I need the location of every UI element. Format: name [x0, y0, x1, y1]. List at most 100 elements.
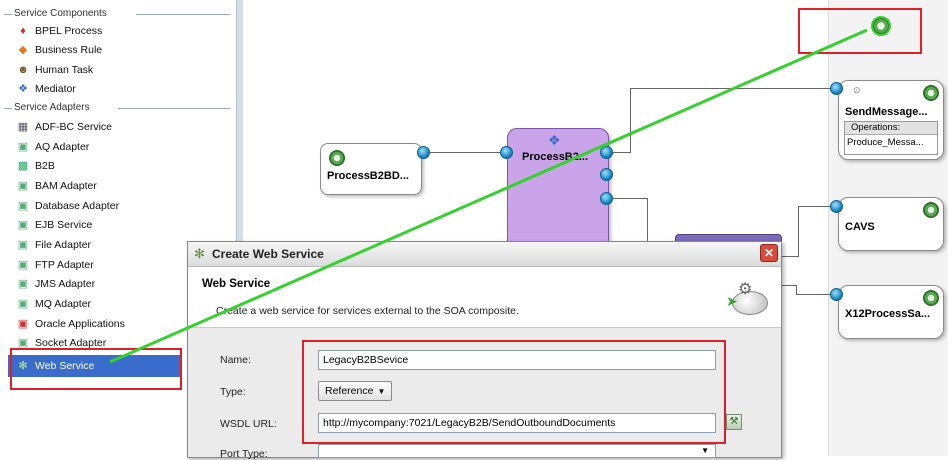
palette-item-label: ADF-BC Service: [35, 121, 113, 133]
web-service-highlight: [10, 348, 182, 390]
file-adapter-icon: ▣: [17, 238, 29, 251]
gear-icon: [923, 85, 939, 101]
palette-item-label: JMS Adapter: [35, 278, 96, 290]
palette-item-mq-adapter[interactable]: ▣ MQ Adapter: [16, 295, 91, 313]
palette-item-label: Mediator: [35, 83, 76, 95]
palette-item-adf-bc-service[interactable]: ▦ ADF-BC Service: [16, 118, 112, 136]
reference-port[interactable]: [600, 168, 613, 181]
wire: [796, 294, 830, 295]
type-label: Type:: [220, 386, 246, 398]
wire: [425, 152, 505, 153]
palette-item-bam-adapter[interactable]: ▣ BAM Adapter: [16, 177, 97, 195]
database-adapter-icon: ▣: [17, 199, 29, 212]
bpel-icon: ♦: [20, 24, 26, 37]
mq-adapter-icon: ▣: [17, 297, 29, 310]
browse-wsdl-button[interactable]: ⚒: [726, 414, 742, 430]
component-label: CAVS: [845, 221, 875, 233]
dialog-header: Web Service Create a web service for ser…: [188, 267, 781, 328]
business-rule-icon: ◆: [18, 43, 28, 56]
component-label: SendMessage...: [845, 106, 928, 118]
palette-item-label: B2B: [35, 160, 55, 172]
ftp-adapter-icon: ▣: [17, 258, 29, 271]
gear-icon: [923, 290, 939, 306]
operations-header: Operations:: [845, 122, 937, 135]
b2b-icon: ▩: [17, 159, 29, 172]
reference-port[interactable]: [830, 288, 843, 301]
palette-item-mediator[interactable]: ❖ Mediator: [16, 80, 76, 98]
name-label: Name:: [220, 354, 251, 366]
palette-item-label: Human Task: [35, 64, 94, 76]
gear-icon: [923, 202, 939, 218]
component-label: ProcessB2...: [522, 151, 589, 163]
wire: [782, 256, 799, 257]
palette-item-business-rule[interactable]: ◆ Business Rule: [16, 41, 102, 59]
collapse-icon[interactable]: ⊙: [853, 85, 861, 96]
x12-process-reference[interactable]: X12ProcessSa...: [838, 285, 944, 339]
palette-item-oracle-applications[interactable]: ▣ Oracle Applications: [16, 315, 125, 333]
palette-item-label: Oracle Applications: [35, 318, 125, 330]
oracle-apps-icon: ▣: [17, 317, 29, 330]
close-icon: ✕: [763, 246, 775, 260]
component-label: ProcessB2BD...: [327, 170, 409, 182]
wire: [798, 206, 830, 207]
wire: [647, 198, 648, 242]
palette-item-aq-adapter[interactable]: ▣ AQ Adapter: [16, 138, 90, 156]
palette-item-bpel-process[interactable]: ♦ BPEL Process: [16, 22, 102, 40]
palette-item-label: MQ Adapter: [35, 298, 92, 310]
service-port[interactable]: [500, 146, 513, 159]
mediator-icon: ❖: [548, 132, 561, 148]
service-port[interactable]: [417, 146, 430, 159]
wire: [612, 198, 648, 199]
palette-item-label: AQ Adapter: [35, 141, 90, 153]
wire: [612, 152, 630, 153]
wsdl-url-label: WSDL URL:: [220, 418, 277, 430]
jms-adapter-icon: ▣: [17, 277, 29, 290]
aq-adapter-icon: ▣: [17, 140, 29, 153]
find-icon: ⚒: [729, 416, 739, 427]
palette-item-label: Business Rule: [35, 44, 103, 56]
web-service-wizard-icon: ⚙ ➤: [724, 277, 768, 315]
human-task-icon: ☻: [17, 63, 29, 76]
dialog-description: Create a web service for services extern…: [216, 305, 519, 317]
gear-icon: [329, 150, 345, 166]
dialog-title: Create Web Service: [212, 247, 324, 261]
palette-item-file-adapter[interactable]: ▣ File Adapter: [16, 236, 91, 254]
wire: [798, 206, 799, 256]
palette-item-label: BAM Adapter: [35, 180, 97, 192]
process-b2bd-component[interactable]: ProcessB2BD...: [320, 143, 422, 195]
dialog-titlebar[interactable]: ✻ Create Web Service ✕: [188, 242, 781, 267]
operation-item[interactable]: Produce_Messa...: [845, 135, 937, 150]
service-components-header[interactable]: Service Components: [14, 8, 107, 19]
dialog-heading: Web Service: [202, 278, 271, 290]
palette-item-label: EJB Service: [35, 219, 93, 231]
palette-item-jms-adapter[interactable]: ▣ JMS Adapter: [16, 275, 95, 293]
cavs-reference[interactable]: CAVS: [838, 197, 944, 251]
reference-port[interactable]: [600, 192, 613, 205]
port-type-label: Port Type:: [220, 448, 268, 460]
reference-port[interactable]: [830, 200, 843, 213]
palette-item-label: FTP Adapter: [35, 259, 94, 271]
wire: [782, 285, 796, 286]
close-button[interactable]: ✕: [760, 244, 778, 262]
palette-item-b2b[interactable]: ▩ B2B: [16, 157, 55, 175]
palette-item-ejb-service[interactable]: ▣ EJB Service: [16, 216, 92, 234]
ejb-service-icon: ▣: [17, 218, 29, 231]
palette-item-human-task[interactable]: ☻ Human Task: [16, 61, 93, 79]
send-message-reference[interactable]: ⊙ SendMessage... Operations: Produce_Mes…: [838, 80, 944, 160]
bam-adapter-icon: ▣: [17, 179, 29, 192]
adf-bc-icon: ▦: [17, 120, 29, 133]
web-service-drop-icon[interactable]: [871, 16, 891, 36]
reference-port[interactable]: [600, 146, 613, 159]
wire: [630, 88, 631, 153]
fields-highlight: [302, 340, 726, 444]
palette-item-label: BPEL Process: [35, 25, 103, 37]
palette-item-ftp-adapter[interactable]: ▣ FTP Adapter: [16, 256, 94, 274]
palette-item-label: Database Adapter: [35, 200, 120, 212]
drop-target-highlight: [798, 8, 922, 54]
component-label: X12ProcessSa...: [845, 308, 931, 320]
palette-item-label: File Adapter: [35, 239, 92, 251]
palette-item-database-adapter[interactable]: ▣ Database Adapter: [16, 197, 119, 215]
service-adapters-header[interactable]: Service Adapters: [14, 102, 90, 113]
operations-panel: Operations: Produce_Messa...: [844, 121, 938, 155]
reference-port[interactable]: [830, 82, 843, 95]
